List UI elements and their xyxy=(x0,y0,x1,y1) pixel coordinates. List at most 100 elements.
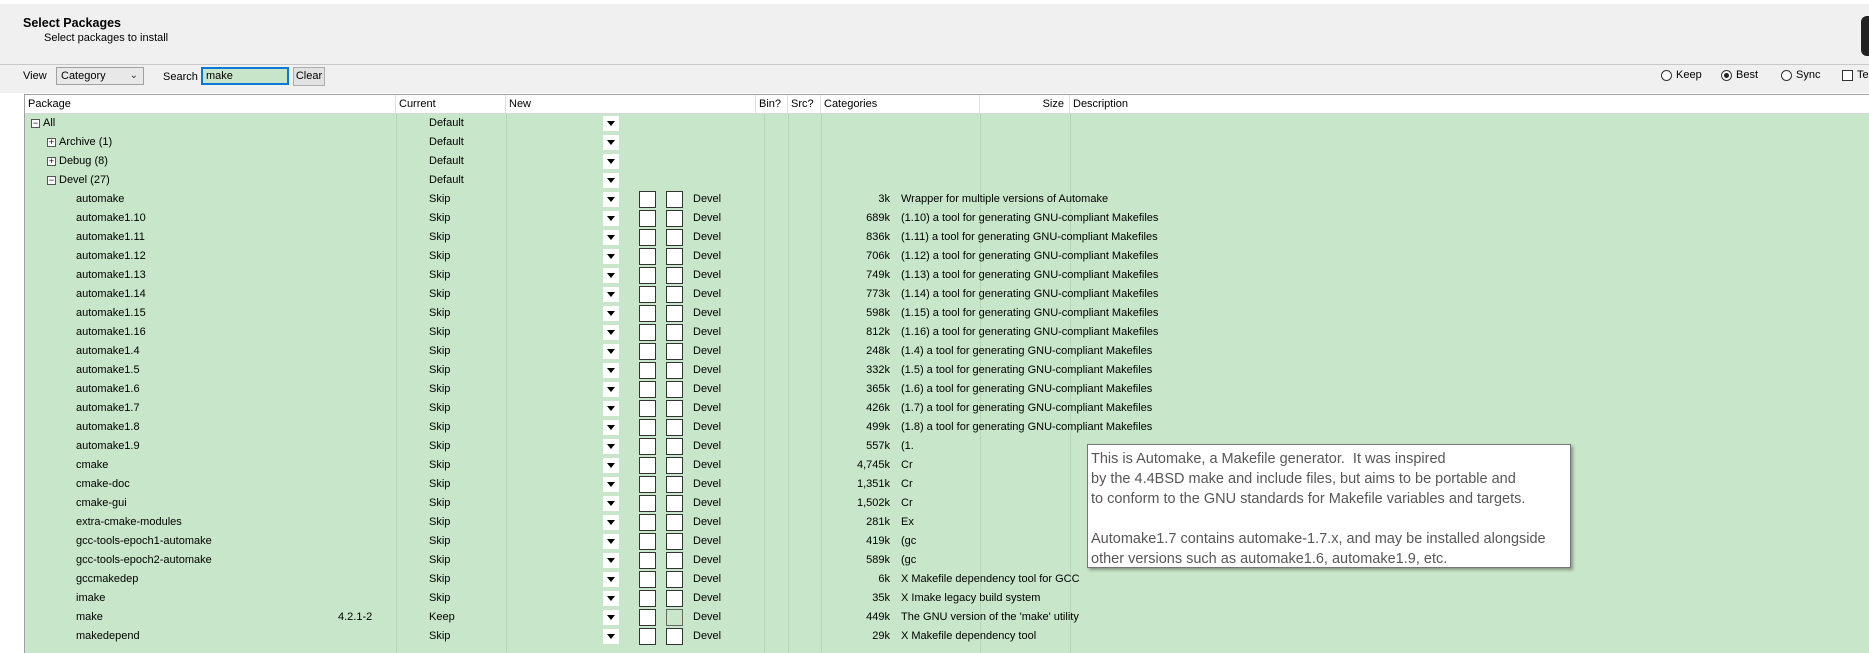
new-action-dropdown-icon[interactable] xyxy=(603,211,619,226)
new-action[interactable]: Skip xyxy=(429,266,729,285)
new-action-dropdown-icon[interactable] xyxy=(603,496,619,511)
collapse-icon[interactable]: − xyxy=(31,119,40,128)
new-action-dropdown-icon[interactable] xyxy=(603,534,619,549)
bin-checkbox[interactable] xyxy=(639,343,656,360)
new-action[interactable]: Skip xyxy=(429,304,729,323)
new-action-dropdown-icon[interactable] xyxy=(603,610,619,625)
src-checkbox[interactable] xyxy=(666,533,683,550)
new-action[interactable]: Skip xyxy=(429,532,729,551)
test-packages-checkbox[interactable]: Te xyxy=(1842,69,1869,81)
bin-checkbox[interactable] xyxy=(639,419,656,436)
category-row[interactable]: + Debug (8) Default xyxy=(25,152,1869,171)
bin-checkbox[interactable] xyxy=(639,229,656,246)
bin-checkbox[interactable] xyxy=(639,191,656,208)
src-checkbox[interactable] xyxy=(666,609,683,626)
column-header-size[interactable]: Size xyxy=(980,95,1070,113)
package-row[interactable]: make 4.2.1-2 Keep Devel 449k The GNU version … xyxy=(25,608,1869,627)
package-row[interactable]: automake1.4 Skip Devel 248k (1.4) a tool for… xyxy=(25,342,1869,361)
package-row[interactable]: automake1.12 Skip Devel 706k (1.12) a tool f… xyxy=(25,247,1869,266)
package-row[interactable]: makedepend Skip Devel 29k X Makefile depende… xyxy=(25,627,1869,646)
category-row[interactable]: − All Default xyxy=(25,114,1869,133)
bin-checkbox[interactable] xyxy=(639,457,656,474)
src-checkbox[interactable] xyxy=(666,305,683,322)
bin-checkbox[interactable] xyxy=(639,286,656,303)
new-action[interactable]: Skip xyxy=(429,228,729,247)
package-row[interactable]: automake1.14 Skip Devel 773k (1.14) a tool f… xyxy=(25,285,1869,304)
bin-checkbox[interactable] xyxy=(639,438,656,455)
new-action-dropdown-icon[interactable] xyxy=(603,591,619,606)
new-action-dropdown-icon[interactable] xyxy=(603,116,619,131)
new-action-dropdown-icon[interactable] xyxy=(603,515,619,530)
new-action-dropdown-icon[interactable] xyxy=(603,363,619,378)
new-action[interactable]: Skip xyxy=(429,399,729,418)
bin-checkbox[interactable] xyxy=(639,362,656,379)
src-checkbox[interactable] xyxy=(666,286,683,303)
new-action-dropdown-icon[interactable] xyxy=(603,287,619,302)
bin-checkbox[interactable] xyxy=(639,495,656,512)
package-row[interactable]: automake1.16 Skip Devel 812k (1.16) a tool f… xyxy=(25,323,1869,342)
mode-best-radio[interactable]: Best xyxy=(1721,69,1758,81)
new-action-dropdown-icon[interactable] xyxy=(603,249,619,264)
bin-checkbox[interactable] xyxy=(639,590,656,607)
mode-sync-radio[interactable]: Sync xyxy=(1781,69,1820,81)
new-action[interactable]: Skip xyxy=(429,456,729,475)
clear-button[interactable]: Clear xyxy=(293,67,325,86)
column-header-categories[interactable]: Categories xyxy=(821,95,980,113)
new-action-dropdown-icon[interactable] xyxy=(603,268,619,283)
package-row[interactable]: gcc-tools-epoch2-automake Skip Devel 589k (g… xyxy=(25,551,1869,570)
mode-keep-radio[interactable]: Keep xyxy=(1661,69,1702,81)
collapse-icon[interactable]: − xyxy=(47,176,56,185)
expand-icon[interactable]: + xyxy=(47,138,56,147)
new-action-dropdown-icon[interactable] xyxy=(603,477,619,492)
category-row[interactable]: − Devel (27) Default xyxy=(25,171,1869,190)
bin-checkbox[interactable] xyxy=(639,552,656,569)
new-action[interactable]: Skip xyxy=(429,361,729,380)
new-action[interactable]: Skip xyxy=(429,551,729,570)
column-header-package[interactable]: Package xyxy=(25,95,396,113)
package-row[interactable]: cmake-doc Skip Devel 1,351k Cr xyxy=(25,475,1869,494)
package-row[interactable]: automake1.9 Skip Devel 557k (1. xyxy=(25,437,1869,456)
new-action[interactable]: Skip xyxy=(429,589,729,608)
bin-checkbox[interactable] xyxy=(639,533,656,550)
column-header-new[interactable]: New xyxy=(506,95,756,113)
src-checkbox[interactable] xyxy=(666,457,683,474)
bin-checkbox[interactable] xyxy=(639,381,656,398)
package-row[interactable]: imake Skip Devel 35k X Imake legacy build sy… xyxy=(25,589,1869,608)
new-action[interactable]: Skip xyxy=(429,418,729,437)
src-checkbox[interactable] xyxy=(666,324,683,341)
new-action-dropdown-icon[interactable] xyxy=(603,192,619,207)
package-row[interactable]: automake Skip Devel 3k Wrapper for multiple … xyxy=(25,190,1869,209)
src-checkbox[interactable] xyxy=(666,362,683,379)
expand-icon[interactable]: + xyxy=(47,157,56,166)
new-action[interactable]: Default xyxy=(429,133,729,152)
bin-checkbox[interactable] xyxy=(639,248,656,265)
src-checkbox[interactable] xyxy=(666,343,683,360)
bin-checkbox[interactable] xyxy=(639,628,656,645)
bin-checkbox[interactable] xyxy=(639,324,656,341)
new-action[interactable]: Skip xyxy=(429,475,729,494)
new-action-dropdown-icon[interactable] xyxy=(603,458,619,473)
new-action-dropdown-icon[interactable] xyxy=(603,135,619,150)
package-row[interactable]: automake1.6 Skip Devel 365k (1.6) a tool for… xyxy=(25,380,1869,399)
bin-checkbox[interactable] xyxy=(639,305,656,322)
src-checkbox[interactable] xyxy=(666,476,683,493)
bin-checkbox[interactable] xyxy=(639,609,656,626)
bin-checkbox[interactable] xyxy=(639,210,656,227)
package-row[interactable]: automake1.8 Skip Devel 499k (1.8) a tool for… xyxy=(25,418,1869,437)
src-checkbox[interactable] xyxy=(666,191,683,208)
src-checkbox[interactable] xyxy=(666,229,683,246)
new-action[interactable]: Skip xyxy=(429,247,729,266)
new-action[interactable]: Skip xyxy=(429,494,729,513)
new-action[interactable]: Skip xyxy=(429,380,729,399)
package-row[interactable]: automake1.11 Skip Devel 836k (1.11) a tool f… xyxy=(25,228,1869,247)
package-row[interactable]: gcc-tools-epoch1-automake Skip Devel 419k (g… xyxy=(25,532,1869,551)
package-row[interactable]: automake1.13 Skip Devel 749k (1.13) a tool f… xyxy=(25,266,1869,285)
new-action-dropdown-icon[interactable] xyxy=(603,382,619,397)
new-action-dropdown-icon[interactable] xyxy=(603,230,619,245)
package-row[interactable]: automake1.5 Skip Devel 332k (1.5) a tool for… xyxy=(25,361,1869,380)
src-checkbox[interactable] xyxy=(666,248,683,265)
src-checkbox[interactable] xyxy=(666,438,683,455)
bin-checkbox[interactable] xyxy=(639,571,656,588)
new-action[interactable]: Skip xyxy=(429,342,729,361)
bin-checkbox[interactable] xyxy=(639,400,656,417)
